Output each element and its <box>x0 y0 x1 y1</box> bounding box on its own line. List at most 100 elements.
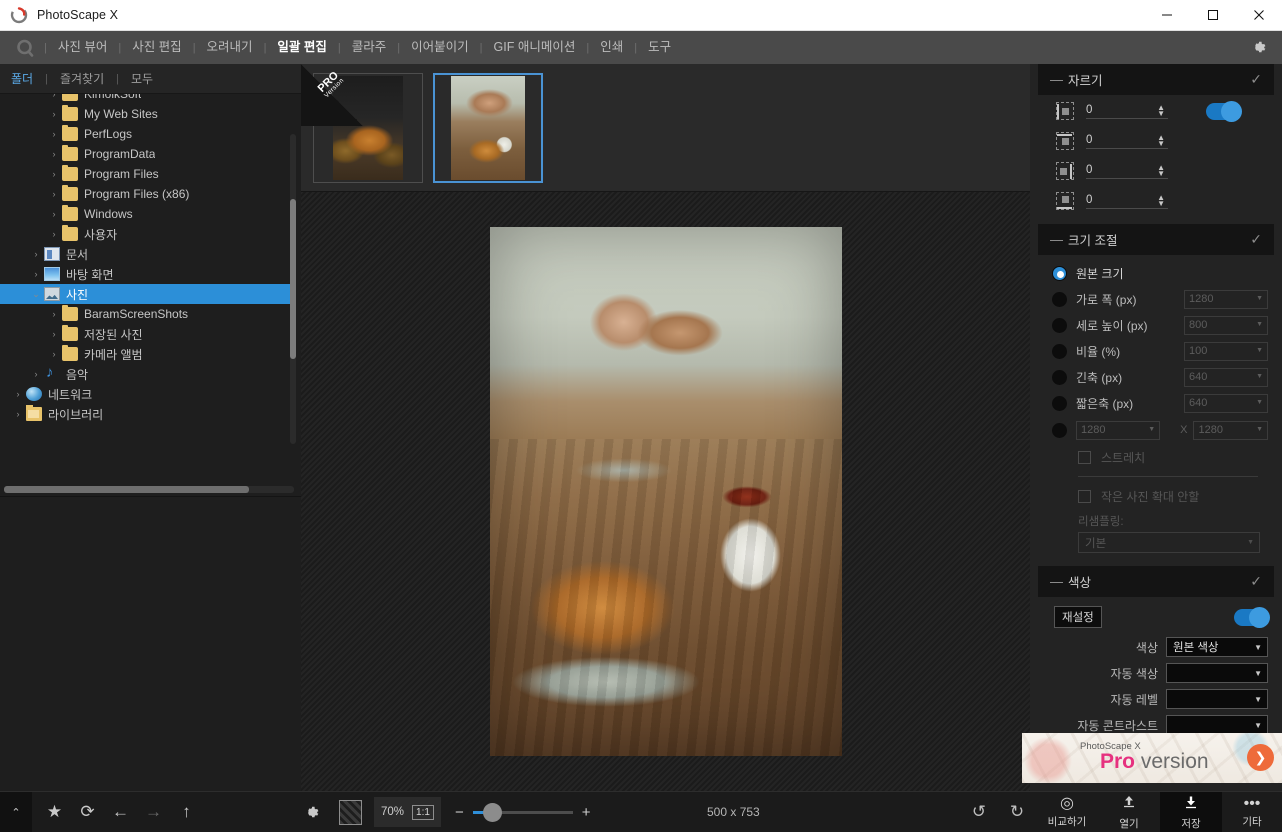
stretch-row[interactable]: 스트레치 <box>1030 444 1282 470</box>
compare-button[interactable]: ◎ 비교하기 <box>1036 792 1098 832</box>
tree-item-음악[interactable]: › 음악 <box>0 364 294 384</box>
tree-item-kimoiksoft[interactable]: › KimoikSoft <box>0 94 294 104</box>
crop-left-spin-arrows[interactable]: ▲ ▼ <box>1157 103 1165 117</box>
radio-height[interactable] <box>1052 317 1067 333</box>
color-check-icon[interactable]: ✓ <box>1250 573 1262 590</box>
tree-horizontal-scroll-thumb[interactable] <box>4 486 249 493</box>
menu-item-tools[interactable]: 도구 <box>637 31 682 64</box>
resize-collapse-icon[interactable]: — <box>1050 232 1068 247</box>
combo-width[interactable]: 1280 ▼ <box>1184 289 1268 309</box>
folder-tree[interactable]: › KimoikSoft › My Web Sites › PerfLogs › Progra… <box>0 94 301 497</box>
image-canvas[interactable] <box>301 192 1030 791</box>
tree-item-windows[interactable]: › Windows <box>0 204 294 224</box>
forward-arrow-icon[interactable]: → <box>137 792 170 832</box>
zoom-slider-knob[interactable] <box>482 802 502 822</box>
resize-option-width[interactable]: 가로 폭 (px) 1280 ▼ <box>1030 286 1282 312</box>
radio-width[interactable] <box>1052 291 1067 307</box>
chevron-right-icon[interactable]: › <box>46 229 62 239</box>
bottom-settings-gear-icon[interactable] <box>293 792 329 832</box>
crop-bottom-spin-arrows[interactable]: ▲ ▼ <box>1157 193 1165 207</box>
tab-favorites[interactable]: 즐겨찾기 <box>48 70 116 87</box>
rotate-cw-icon[interactable]: ↻ <box>998 792 1036 832</box>
crop-top-spin-arrows[interactable]: ▲ ▼ <box>1157 133 1165 147</box>
checker-background-icon[interactable] <box>339 799 362 825</box>
tree-item-저장된-사진[interactable]: › 저장된 사진 <box>0 324 294 344</box>
chevron-right-icon[interactable]: › <box>46 169 62 179</box>
chevron-right-icon[interactable]: › <box>28 269 44 279</box>
menu-item-photo-editor[interactable]: 사진 편집 <box>121 31 192 64</box>
save-button[interactable]: 저장 <box>1160 791 1222 832</box>
chevron-right-icon[interactable]: › <box>46 94 62 99</box>
resize-check-icon[interactable]: ✓ <box>1250 231 1262 248</box>
tree-item-바탕-화면[interactable]: › 바탕 화면 <box>0 264 294 284</box>
no-enlarge-row[interactable]: 작은 사진 확대 안할 <box>1030 483 1282 509</box>
crop-right-stepper[interactable]: 0 ▲ ▼ <box>1086 163 1168 179</box>
pro-version-banner[interactable]: PhotoScape X Pro version ❯ <box>1022 733 1282 783</box>
chevron-down-icon[interactable]: ▼ <box>1254 669 1262 678</box>
combo-percent[interactable]: 100 ▼ <box>1184 341 1268 361</box>
color-combo[interactable]: 원본 색상 ▼ <box>1166 637 1268 657</box>
chevron-down-icon[interactable]: ▼ <box>1254 721 1262 730</box>
color-section-header[interactable]: — 색상 ✓ <box>1038 566 1274 597</box>
combo-short-side[interactable]: 640 ▼ <box>1184 393 1268 413</box>
rotate-ccw-icon[interactable]: ↺ <box>960 792 998 832</box>
menu-item-cutout[interactable]: 오려내기 <box>196 31 264 64</box>
crop-collapse-icon[interactable]: — <box>1050 72 1068 87</box>
tree-item-문서[interactable]: › 문서 <box>0 244 294 264</box>
tree-item-네트워크[interactable]: › 네트워크 <box>0 384 294 404</box>
resize-option-custom-pair[interactable]: 1280 ▼ X 1280 ▼ <box>1030 416 1282 444</box>
maximize-button[interactable] <box>1190 0 1236 31</box>
chevron-right-icon[interactable]: › <box>46 109 62 119</box>
combo-height[interactable]: 800 ▼ <box>1184 315 1268 335</box>
menu-item-combine[interactable]: 이어붙이기 <box>400 31 480 64</box>
chevron-right-icon[interactable]: › <box>46 129 62 139</box>
stretch-checkbox[interactable] <box>1078 450 1091 464</box>
combo-custom-width[interactable]: 1280 ▼ <box>1076 420 1161 440</box>
chevron-right-icon[interactable]: › <box>46 209 62 219</box>
tree-item-my-web-sites[interactable]: › My Web Sites <box>0 104 294 124</box>
chevron-down-icon[interactable]: ▼ <box>1256 399 1263 406</box>
chevron-down-icon[interactable]: ▼ <box>1247 539 1254 546</box>
chevron-down-icon[interactable]: ▼ <box>1256 373 1263 380</box>
chevron-down-icon[interactable]: ▼ <box>1254 643 1262 652</box>
crop-enable-toggle[interactable] <box>1206 100 1242 122</box>
tree-item-programdata[interactable]: › ProgramData <box>0 144 294 164</box>
favorite-star-icon[interactable]: ★ <box>38 792 71 832</box>
tab-all[interactable]: 모두 <box>119 70 165 87</box>
tree-item-사용자[interactable]: › 사용자 <box>0 224 294 244</box>
chevron-right-icon[interactable]: › <box>46 309 62 319</box>
auto-contrast-combo[interactable]: ▼ <box>1166 715 1268 735</box>
menu-item-batch-edit[interactable]: 일괄 편집 <box>266 31 337 64</box>
expand-caret-button[interactable]: ⌃ <box>0 791 32 832</box>
refresh-icon[interactable]: ⟳ <box>71 792 104 832</box>
zoom-one-to-one-button[interactable]: 1:1 <box>412 804 434 820</box>
tree-item-카메라-앨범[interactable]: › 카메라 앨범 <box>0 344 294 364</box>
crop-check-icon[interactable]: ✓ <box>1250 71 1262 88</box>
crop-section-header[interactable]: — 자르기 ✓ <box>1038 64 1274 95</box>
combo-long-side[interactable]: 640 ▼ <box>1184 367 1268 387</box>
menu-item-photo-viewer[interactable]: 사진 뷰어 <box>47 31 118 64</box>
crop-top-stepper[interactable]: 0 ▲ ▼ <box>1086 133 1168 149</box>
tree-item-라이브러리[interactable]: › 라이브러리 <box>0 404 294 424</box>
resize-option-short-side[interactable]: 짧은축 (px) 640 ▼ <box>1030 390 1282 416</box>
chevron-right-icon[interactable]: › <box>46 189 62 199</box>
tab-folders[interactable]: 폴더 <box>9 70 45 87</box>
tree-item-perflogs[interactable]: › PerfLogs <box>0 124 294 144</box>
radio-custom-size[interactable] <box>1052 422 1067 438</box>
radio-short-side[interactable] <box>1052 395 1067 411</box>
back-arrow-icon[interactable]: ← <box>104 792 137 832</box>
chevron-down-icon[interactable]: ▼ <box>1256 426 1263 433</box>
menubar-logo-icon[interactable] <box>10 38 40 58</box>
chevron-down-icon[interactable]: ▼ <box>1254 695 1262 704</box>
tree-vertical-scroll-thumb[interactable] <box>290 199 296 359</box>
chevron-down-icon[interactable]: ▼ <box>1148 426 1155 433</box>
thumbnail-item-2[interactable] <box>433 72 543 183</box>
tree-horizontal-scrollbar[interactable] <box>4 486 294 493</box>
close-button[interactable] <box>1236 0 1282 31</box>
color-collapse-icon[interactable]: — <box>1050 574 1068 589</box>
menu-item-print[interactable]: 인쇄 <box>589 31 634 64</box>
chevron-right-icon[interactable]: › <box>10 409 26 419</box>
resize-option-long-side[interactable]: 긴축 (px) 640 ▼ <box>1030 364 1282 390</box>
no-enlarge-checkbox[interactable] <box>1078 489 1091 503</box>
crop-right-spin-arrows[interactable]: ▲ ▼ <box>1157 163 1165 177</box>
